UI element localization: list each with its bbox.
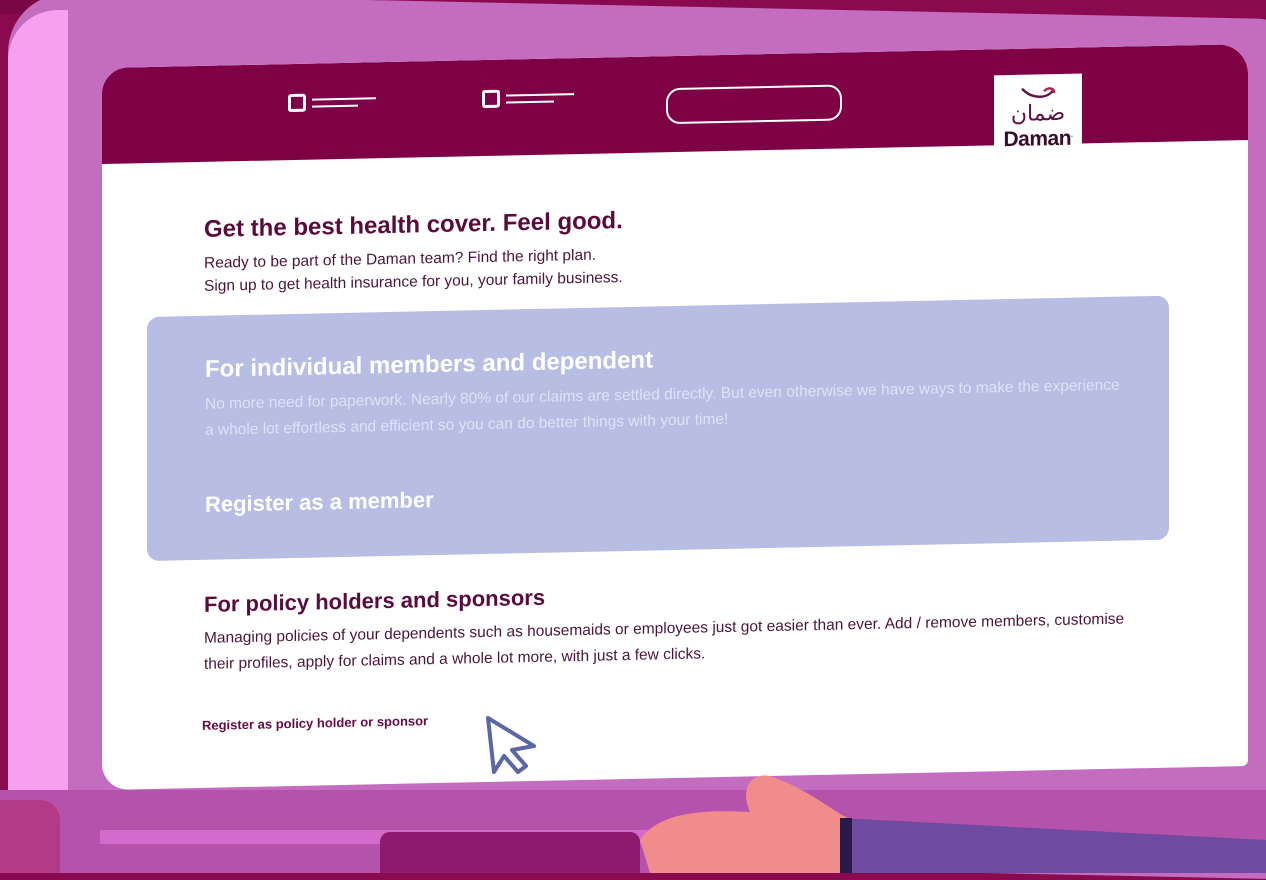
policy-section-description: Managing policies of your dependents suc… (204, 610, 1125, 673)
daman-logo-icon (1021, 86, 1056, 98)
individual-card-description: No more need for paperwork. Nearly 80% o… (205, 376, 1120, 439)
monitor-left-edge (8, 10, 68, 830)
register-member-link[interactable]: Register as a member (205, 487, 434, 518)
nav-item-2[interactable] (482, 88, 574, 109)
menu-item-icon (288, 93, 306, 113)
desk-corner (0, 800, 60, 873)
menu-item-icon (482, 89, 500, 109)
hand-illustration (640, 775, 1266, 873)
browser-screen: ضمان Daman. Get the best health cover. F… (102, 43, 1248, 790)
hero-section: Get the best health cover. Feel good. Re… (204, 197, 1124, 298)
policy-section: For policy holders and sponsors Managing… (204, 572, 1134, 677)
monitor-stand (380, 832, 640, 873)
register-policy-holder-link[interactable]: Register as policy holder or sponsor (202, 713, 428, 733)
logo-arabic: ضمان (1010, 100, 1066, 127)
logo-latin: Daman. (1003, 126, 1073, 151)
daman-logo[interactable]: ضمان Daman. (994, 73, 1082, 162)
mouse-cursor-icon (486, 716, 536, 774)
nav-item-1[interactable] (288, 92, 376, 113)
individual-card-title: For individual members and dependent (205, 346, 654, 383)
search-box[interactable] (666, 84, 842, 125)
individual-card: For individual members and dependent No … (147, 295, 1169, 562)
